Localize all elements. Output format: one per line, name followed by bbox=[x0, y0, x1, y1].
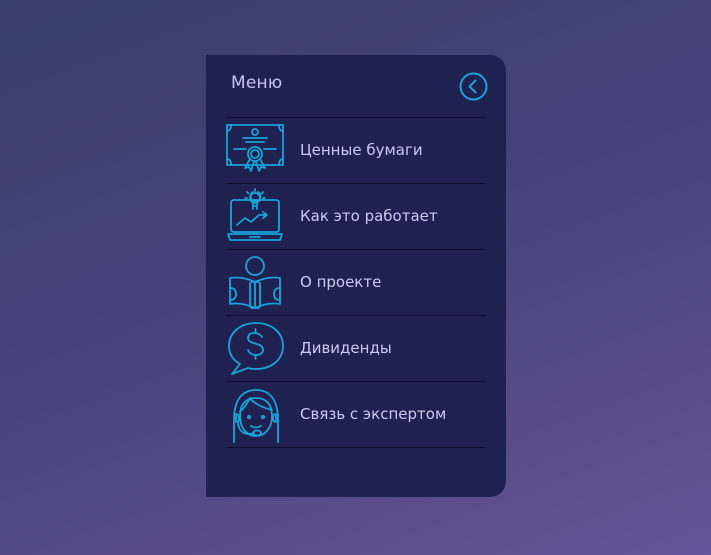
menu-item-label: Связь с экспертом bbox=[300, 405, 447, 423]
menu-panel: Меню Ценные бумаги Как это работает О пр… bbox=[206, 55, 506, 497]
menu-item-about[interactable]: О проекте bbox=[226, 249, 486, 315]
chevron-left-circle-icon bbox=[459, 72, 488, 101]
menu-header: Меню bbox=[206, 55, 506, 117]
menu-list: Ценные бумаги Как это работает О проекте… bbox=[226, 117, 486, 448]
laptop-growth-icon bbox=[226, 188, 286, 246]
menu-item-securities[interactable]: Ценные бумаги bbox=[226, 117, 486, 183]
menu-title: Меню bbox=[231, 73, 283, 93]
back-button[interactable] bbox=[459, 72, 488, 101]
menu-item-label: Ценные бумаги bbox=[300, 141, 423, 159]
reader-icon bbox=[226, 254, 286, 312]
menu-item-label: Дивиденды bbox=[300, 339, 392, 357]
support-agent-icon bbox=[226, 386, 286, 444]
certificate-icon bbox=[226, 122, 286, 180]
menu-item-contact-expert[interactable]: Связь с экспертом bbox=[226, 381, 486, 448]
menu-item-dividends[interactable]: Дивиденды bbox=[226, 315, 486, 381]
dollar-chat-icon bbox=[226, 320, 286, 378]
menu-item-how-it-works[interactable]: Как это работает bbox=[226, 183, 486, 249]
menu-item-label: Как это работает bbox=[300, 207, 438, 225]
menu-item-label: О проекте bbox=[300, 273, 382, 291]
